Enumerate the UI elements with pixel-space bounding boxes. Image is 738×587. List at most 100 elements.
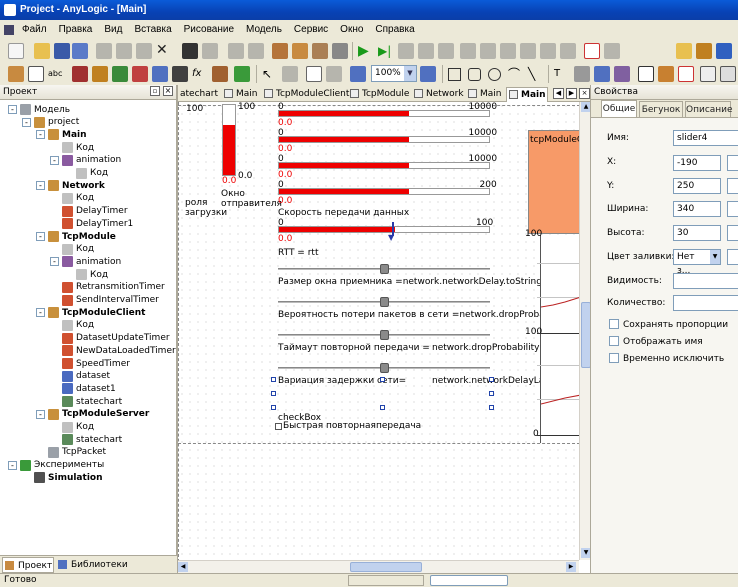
model-canvas[interactable]: 100 100 0.0 0.0 Окно отправителя роля за… [178,102,580,562]
export-icon[interactable] [460,43,476,59]
image-icon[interactable] [574,66,590,82]
slider-thumb[interactable] [380,264,389,274]
close-control-icon[interactable] [678,66,694,82]
x-field[interactable]: -190 [673,155,721,171]
grid-icon[interactable] [306,66,322,82]
tree-node[interactable]: Network [48,179,105,192]
pen-icon[interactable] [696,43,712,59]
tree-node[interactable]: dataset [62,370,110,383]
tab-description[interactable]: Описание [685,101,733,117]
tree-node[interactable]: statechart [62,395,122,408]
redo-icon[interactable] [248,43,264,59]
horizontal-scrollbar[interactable]: ◀ ▶ [178,560,579,573]
save-all-icon[interactable] [72,43,88,59]
tree-node[interactable]: Simulation [34,471,103,484]
tree-node[interactable]: project [34,116,79,129]
open-icon[interactable] [34,43,50,59]
scroll-thumb-h[interactable] [350,562,422,572]
find-replace-icon[interactable] [202,43,218,59]
slider-thumb[interactable] [380,330,389,340]
delete-icon[interactable]: ✕ [156,43,172,59]
button-control-icon[interactable] [594,66,610,82]
selection-handle[interactable] [271,377,276,382]
slider[interactable] [278,264,490,274]
cut-icon[interactable] [96,43,112,59]
fast-retransmit-checkbox[interactable] [275,423,282,430]
parameter-icon[interactable] [92,66,108,82]
menu-file[interactable]: Файл [16,24,53,35]
step-back-icon[interactable] [438,43,454,59]
highlight-icon[interactable] [676,43,692,59]
selection-handle[interactable] [271,405,276,410]
menu-tools[interactable]: Сервис [288,24,334,35]
paste-icon[interactable] [136,43,152,59]
function-icon[interactable]: fx [192,66,208,82]
tcp-module-client-box[interactable]: tcpModuleCl [528,130,580,234]
tree-node[interactable]: SendIntervalTimer [62,294,159,307]
zoom-select[interactable]: 100% ▼ [371,65,417,82]
select-arrow-icon[interactable]: ↖ [262,66,278,82]
class-icon[interactable] [312,43,328,59]
build-all-icon[interactable] [292,43,308,59]
undo-icon[interactable] [228,43,244,59]
tab-tcpmoduleclient[interactable]: TcpModuleClient [262,87,349,102]
menu-view[interactable]: Вид [98,24,128,35]
tree-node[interactable]: Код [62,141,94,154]
tab-tcpmodule[interactable]: TcpModule [348,87,409,102]
selection-handle[interactable] [380,377,385,382]
group-icon[interactable] [614,66,630,82]
selection-handle[interactable] [271,391,276,396]
dataset-icon[interactable] [152,66,168,82]
name-field[interactable]: slider4 [673,130,738,146]
list-control-icon[interactable] [720,66,736,82]
tree-node[interactable]: DelayTimer [62,205,128,218]
tab-network[interactable]: Network [412,87,464,102]
count-field[interactable] [673,295,738,311]
collapse-toggle-icon[interactable]: - [8,460,17,470]
tab-main-1[interactable]: Main [222,87,258,102]
tree-node[interactable]: DatasetUpdateTimer [62,332,170,345]
collapse-toggle-icon[interactable]: - [36,232,45,241]
tree-node[interactable]: dataset1 [62,382,116,395]
step-icon[interactable]: ▶| [378,43,394,59]
tree-node[interactable]: Код [62,421,94,434]
visibility-field[interactable] [673,273,738,289]
y-field[interactable]: 250 [673,178,721,194]
width-field-2[interactable] [727,201,738,217]
collapse-toggle-icon[interactable]: - [36,308,45,318]
selection-handle[interactable] [489,405,494,410]
keep-proportions-checkbox[interactable] [609,319,619,329]
text-abc-icon[interactable]: abc [48,66,64,82]
tab-libraries[interactable]: Библиотеки [56,557,128,573]
collapse-toggle-icon[interactable]: - [50,257,59,267]
hand-icon[interactable] [584,43,600,59]
zoom-in-icon[interactable] [420,66,436,82]
oval-icon[interactable] [488,68,501,81]
port-icon[interactable] [72,66,88,82]
pause-icon[interactable] [418,43,434,59]
slider-thumb[interactable] [380,297,389,307]
run-icon[interactable]: ▶ [358,43,374,59]
zoom-out-icon[interactable] [350,66,366,82]
slider[interactable] [278,363,490,373]
export3-icon[interactable] [500,43,516,59]
exclude-checkbox[interactable] [609,353,619,363]
tree-node[interactable]: Код [62,243,94,256]
slider-thumb[interactable] [380,363,389,373]
show-name-checkbox[interactable] [609,336,619,346]
find-icon[interactable] [182,43,198,59]
collapse-toggle-icon[interactable]: - [36,130,45,140]
selection-handle[interactable] [489,377,494,382]
collapse-toggle-icon[interactable]: - [8,105,17,114]
tree-node[interactable]: SpeedTimer [62,357,130,370]
copy-icon[interactable] [116,43,132,59]
x-field-2[interactable] [727,155,738,171]
tree-node[interactable]: TcpPacket [48,446,106,459]
settings-icon[interactable] [332,43,348,59]
fill-color-field-2[interactable] [727,249,738,265]
y-field-2[interactable] [727,178,738,194]
tree-node[interactable]: animation [62,154,121,167]
collapse-toggle-icon[interactable]: - [36,181,45,191]
tab-prev-icon[interactable]: ◀ [553,88,564,99]
tree-node[interactable]: Main [48,128,87,141]
